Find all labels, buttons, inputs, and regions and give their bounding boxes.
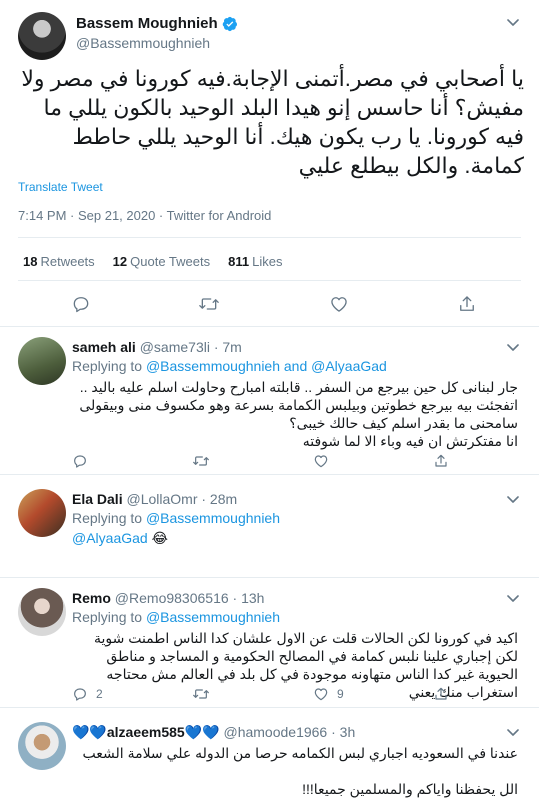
like-count: 9 <box>337 687 344 701</box>
mention-link[interactable]: @AlyaaGad <box>72 530 148 546</box>
reply-button[interactable]: 2 <box>72 686 103 702</box>
reply-tweet[interactable]: Ela Dali @LollaOmr · 28m Replying to @Ba… <box>0 475 539 578</box>
engagement-stats: 18 Retweets 12 Quote Tweets 811 Likes <box>23 254 282 269</box>
reply-text: جار لبنانى كل حين بيرجع من السفر .. قابل… <box>79 379 518 449</box>
like-button[interactable]: 9 <box>313 686 344 702</box>
main-tweet: Bassem Moughnieh @Bassemmoughnieh يا أصح… <box>0 0 539 327</box>
reply-header: sameh ali @same73li · 7m <box>72 339 242 355</box>
replying-to-mentions[interactable]: @Bassemmoughnieh <box>146 510 280 526</box>
reply-actions: 2 9 <box>72 686 512 702</box>
author-handle-time[interactable]: @LollaOmr · 28m <box>126 491 237 507</box>
chevron-down-icon[interactable] <box>505 590 521 606</box>
replying-to-mentions[interactable]: @Bassemmoughnieh and @AlyaaGad <box>146 358 387 374</box>
reply-tweet[interactable]: sameh ali @same73li · 7m Replying to @Ba… <box>0 327 539 475</box>
reply-text: عندنا في السعوديه اجباري لبس الكمامه حرص… <box>82 745 518 797</box>
author-name-row[interactable]: Bassem Moughnieh <box>76 15 238 32</box>
divider <box>18 237 521 238</box>
avatar[interactable] <box>18 489 66 537</box>
verified-badge-icon <box>222 16 238 32</box>
divider <box>18 280 521 281</box>
replying-to-mentions[interactable]: @Bassemmoughnieh <box>146 609 280 625</box>
chevron-down-icon[interactable] <box>505 339 521 355</box>
heart-icon[interactable] <box>313 453 329 469</box>
retweet-icon[interactable] <box>192 686 210 702</box>
author-name[interactable]: Ela Dali <box>72 491 123 507</box>
avatar[interactable] <box>18 588 66 636</box>
reply-header: Ela Dali @LollaOmr · 28m <box>72 491 237 507</box>
avatar[interactable] <box>18 722 66 770</box>
replying-to: Replying to @Bassemmoughnieh and @AlyaaG… <box>72 358 387 374</box>
retweet-icon[interactable] <box>198 294 220 314</box>
heart-icon <box>314 688 328 701</box>
reply-actions <box>72 453 512 469</box>
laughing-emoji: 😂 <box>151 530 168 546</box>
likes-stat[interactable]: 811 Likes <box>228 254 282 269</box>
reply-tweet[interactable]: Remo @Remo98306516 · 13h Replying to @Ba… <box>0 578 539 708</box>
retweets-stat[interactable]: 18 Retweets <box>23 254 95 269</box>
quote-tweets-stat[interactable]: 12 Quote Tweets <box>113 254 210 269</box>
avatar[interactable] <box>18 337 66 385</box>
share-icon[interactable] <box>433 453 449 469</box>
reply-icon <box>74 688 86 701</box>
chevron-down-icon[interactable] <box>505 724 521 740</box>
author-handle[interactable]: @Bassemmoughnieh <box>76 35 210 51</box>
reply-text: @AlyaaGad 😂 <box>72 529 518 547</box>
reply-tweet[interactable]: 💙💙alzaeem585💙💙 @hamoode1966 · 3h عندنا ف… <box>0 708 539 812</box>
replying-to: Replying to @Bassemmoughnieh <box>72 609 280 625</box>
translate-tweet-link[interactable]: Translate Tweet <box>18 180 103 194</box>
tweet-text: يا أصحابي في مصر.أتمنى الإجابة.فيه كورون… <box>21 66 524 178</box>
blue-hearts-emoji: 💙💙 <box>184 724 220 740</box>
share-icon[interactable] <box>433 686 449 702</box>
tweet-timestamp[interactable]: 7:14 PM · Sep 21, 2020 · Twitter for And… <box>18 208 271 223</box>
chevron-down-icon[interactable] <box>505 14 521 30</box>
heart-icon[interactable] <box>329 294 349 314</box>
author-name[interactable]: Bassem Moughnieh <box>76 15 218 32</box>
share-icon[interactable] <box>457 294 477 314</box>
reply-count: 2 <box>96 687 103 701</box>
reply-header: 💙💙alzaeem585💙💙 @hamoode1966 · 3h <box>72 724 355 741</box>
retweet-icon[interactable] <box>192 453 210 469</box>
author-name[interactable]: Remo <box>72 590 111 606</box>
reply-icon[interactable] <box>72 453 88 469</box>
chevron-down-icon[interactable] <box>505 491 521 507</box>
reply-icon[interactable] <box>71 294 91 314</box>
author-handle-time[interactable]: @Remo98306516 · 13h <box>115 590 265 606</box>
blue-hearts-emoji: 💙💙 <box>72 724 107 740</box>
author-handle-time[interactable]: @same73li · 7m <box>140 339 242 355</box>
author-handle-time[interactable]: @hamoode1966 · 3h <box>223 724 355 740</box>
reply-header: Remo @Remo98306516 · 13h <box>72 590 264 606</box>
avatar[interactable] <box>18 12 66 60</box>
replying-to: Replying to @Bassemmoughnieh <box>72 510 280 526</box>
tweet-actions <box>0 294 539 316</box>
author-name[interactable]: alzaeem585 <box>107 724 185 740</box>
author-name[interactable]: sameh ali <box>72 339 136 355</box>
